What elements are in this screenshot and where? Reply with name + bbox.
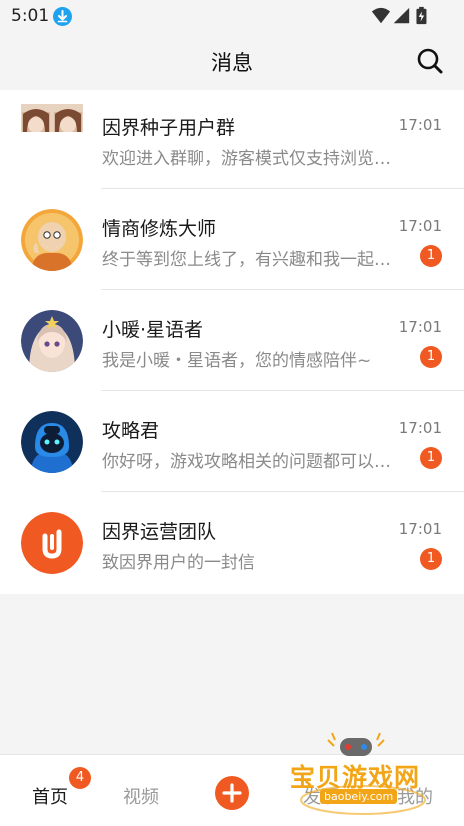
conversation-time: 17:01 xyxy=(398,116,442,134)
conversation-preview: 我是小暖・星语者，您的情感陪伴~ xyxy=(102,351,372,371)
add-button[interactable] xyxy=(215,776,249,810)
conversation-row[interactable]: 攻略君 17:01 你好呀，游戏攻略相关的问题都可以… 1 xyxy=(0,391,464,492)
conversation-name: 小暖·星语者 xyxy=(102,319,204,341)
status-bar: 5:01 xyxy=(0,0,464,32)
header-bar: 消息 xyxy=(0,32,464,90)
conversation-name: 因界种子用户群 xyxy=(102,117,236,139)
group-avatar xyxy=(21,104,83,132)
signal-icon xyxy=(393,7,410,24)
unread-badge: 1 xyxy=(420,346,442,368)
avatar xyxy=(21,411,83,473)
battery-icon xyxy=(416,6,427,25)
conversation-row[interactable]: 因界种子用户群 17:01 欢迎进入群聊，游客模式仅支持浏览消息 xyxy=(0,88,464,189)
conversation-name: 因界运营团队 xyxy=(102,521,217,543)
unread-badge: 1 xyxy=(420,548,442,570)
conversation-preview: 终于等到您上线了，有兴趣和我一起… xyxy=(102,250,391,270)
avatar xyxy=(21,310,83,372)
conversation-preview: 致因界用户的一封信 xyxy=(102,553,255,573)
conversation-preview: 你好呀，游戏攻略相关的问题都可以… xyxy=(102,452,391,472)
conversation-list: 因界种子用户群 17:01 欢迎进入群聊，游客模式仅支持浏览消息 情商修炼大师 … xyxy=(0,90,464,594)
unread-badge: 1 xyxy=(420,447,442,469)
conversation-time: 17:01 xyxy=(398,520,442,538)
conversation-row[interactable]: 情商修炼大师 17:01 终于等到您上线了，有兴趣和我一起… 1 xyxy=(0,189,464,290)
conversation-name: 攻略君 xyxy=(102,420,160,442)
plus-icon xyxy=(222,783,242,803)
conversation-time: 17:01 xyxy=(398,217,442,235)
page-title: 消息 xyxy=(211,51,253,75)
conversation-time: 17:01 xyxy=(398,419,442,437)
home-badge: 4 xyxy=(69,767,91,789)
watermark-url: baobeiy.com xyxy=(320,789,398,804)
conversation-name: 情商修炼大师 xyxy=(102,218,217,240)
status-time: 5:01 xyxy=(11,6,50,26)
status-icons xyxy=(371,6,427,25)
download-icon xyxy=(53,7,72,26)
conversation-row[interactable]: 因界运营团队 17:01 致因界用户的一封信 1 xyxy=(0,492,464,593)
search-icon[interactable] xyxy=(416,47,444,75)
tab-home[interactable]: 首页 xyxy=(32,783,68,809)
conversation-time: 17:01 xyxy=(398,318,442,336)
wifi-icon xyxy=(371,7,391,24)
tab-video[interactable]: 视频 xyxy=(123,783,159,809)
unread-badge: 1 xyxy=(420,245,442,267)
avatar xyxy=(21,209,83,271)
avatar xyxy=(21,512,83,574)
conversation-preview: 欢迎进入群聊，游客模式仅支持浏览消息 xyxy=(102,149,404,169)
conversation-row[interactable]: 小暖·星语者 17:01 我是小暖・星语者，您的情感陪伴~ 1 xyxy=(0,290,464,391)
